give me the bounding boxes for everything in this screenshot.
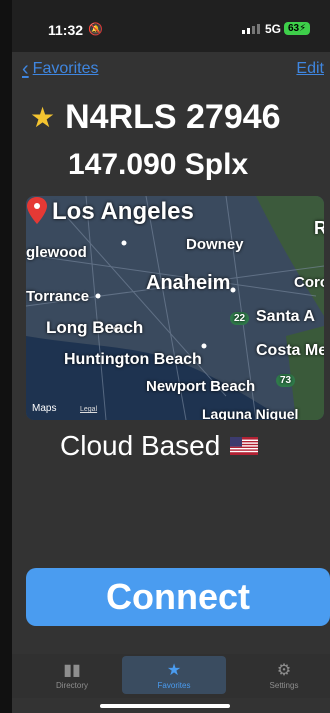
map-label-anaheim: Anaheim bbox=[146, 272, 231, 294]
back-label: Favorites bbox=[32, 60, 99, 77]
map-label-costa-mesa: Costa Me bbox=[256, 342, 324, 359]
battery-level: 63 bbox=[288, 23, 300, 34]
status-time: 11:32 bbox=[48, 22, 84, 38]
signal-icon bbox=[242, 24, 260, 34]
map-label-santa-ana: Santa A bbox=[256, 308, 315, 325]
connect-button[interactable]: Connect bbox=[26, 568, 330, 626]
back-button[interactable]: ‹ Favorites bbox=[22, 58, 99, 80]
map-label-long-beach: Long Beach bbox=[46, 318, 144, 337]
repeater-title: ★ N4RLS 27946 bbox=[30, 98, 281, 137]
map-label-los-angeles: Los Angeles bbox=[52, 198, 194, 225]
edit-button[interactable]: Edit bbox=[296, 60, 324, 78]
star-icon: ★ bbox=[166, 661, 182, 679]
location-pin-icon[interactable] bbox=[26, 196, 48, 226]
map-label-laguna-niguel: Laguna Niguel bbox=[202, 406, 299, 420]
map-label-downey: Downey bbox=[186, 236, 244, 253]
mute-icon: 🔕 bbox=[88, 22, 103, 36]
tab-directory-label: Directory bbox=[55, 680, 88, 690]
chevron-left-icon: ‹ bbox=[22, 58, 29, 80]
home-indicator bbox=[100, 704, 230, 708]
app-screen: 11:32 🔕 5G 63⚡ ‹ Favorites Edit ★ N4RLS … bbox=[12, 0, 330, 713]
tab-settings-label: Settings bbox=[269, 680, 299, 690]
tab-favorites-label: Favorites bbox=[157, 680, 191, 690]
route-73-shield: 73 bbox=[276, 374, 296, 387]
repeater-frequency: 147.090 Splx bbox=[68, 148, 249, 181]
network-type: 5G bbox=[265, 22, 282, 36]
map-label-newport-beach: Newport Beach bbox=[146, 378, 256, 395]
gear-icon: ⚙ bbox=[276, 661, 292, 679]
status-bar: 11:32 🔕 5G 63⚡ bbox=[12, 0, 330, 52]
route-22-shield: 22 bbox=[230, 312, 250, 325]
navigation-bar: ‹ Favorites Edit bbox=[12, 52, 330, 86]
tab-settings[interactable]: ⚙ Settings bbox=[232, 656, 330, 694]
us-flag-icon bbox=[230, 437, 259, 455]
tab-bar: ▮▮ Directory ★ Favorites ⚙ Settings bbox=[12, 654, 330, 698]
map-label-corona: Coro bbox=[294, 274, 324, 291]
book-icon: ▮▮ bbox=[63, 661, 81, 679]
connection-type: Cloud Based bbox=[60, 430, 259, 462]
map-label-edge: R bbox=[314, 218, 324, 238]
repeater-name: N4RLS 27946 bbox=[65, 98, 281, 136]
map-label-inglewood: glewood bbox=[26, 244, 87, 261]
maps-brand-label: Maps bbox=[32, 403, 57, 414]
maps-legal-link[interactable]: Legal bbox=[80, 406, 97, 413]
battery-icon: 63⚡ bbox=[284, 22, 311, 35]
favorite-star-icon[interactable]: ★ bbox=[30, 101, 55, 134]
maps-brand: Maps bbox=[32, 403, 56, 414]
map-label-huntington-beach: Huntington Beach bbox=[64, 351, 202, 368]
tab-directory[interactable]: ▮▮ Directory bbox=[20, 656, 124, 694]
map-label-torrance: Torrance bbox=[26, 288, 90, 305]
tab-favorites[interactable]: ★ Favorites bbox=[122, 656, 226, 694]
connection-type-label: Cloud Based bbox=[60, 430, 221, 461]
map-view[interactable]: Los Angeles R glewood Downey Anaheim Cor… bbox=[26, 196, 324, 420]
